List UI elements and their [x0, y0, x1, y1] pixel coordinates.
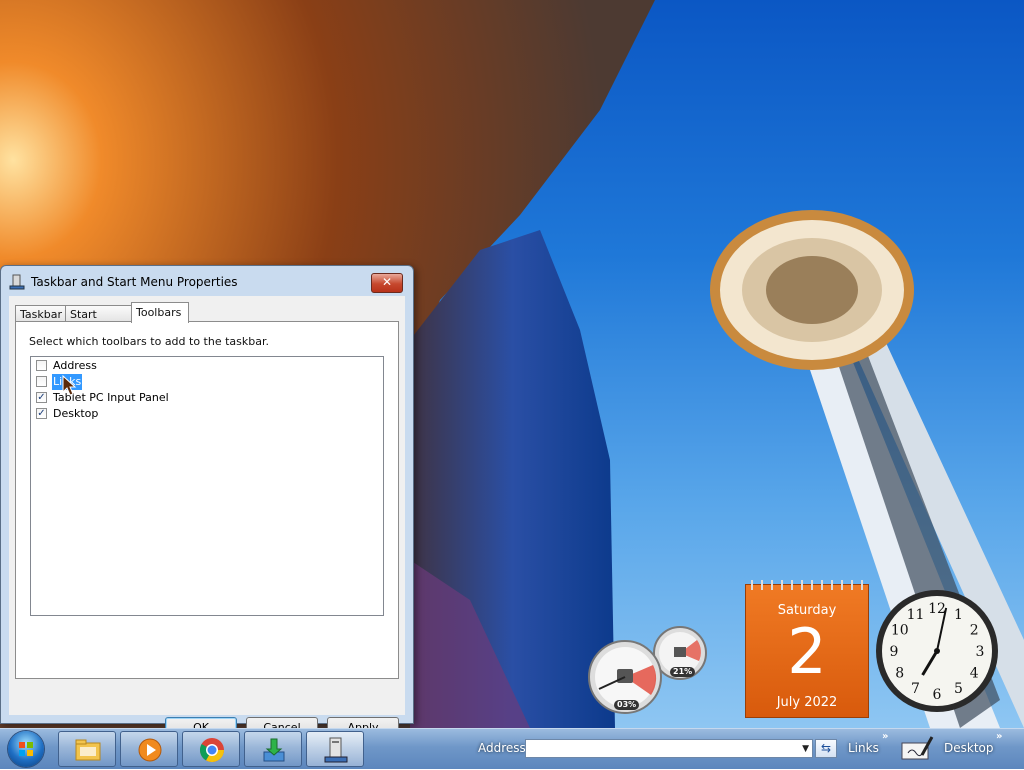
clock-numeral: 1 [954, 607, 963, 623]
download-icon [263, 738, 285, 762]
tablet-input-panel-icon[interactable] [900, 733, 934, 763]
taskbar-properties-button[interactable] [306, 731, 364, 767]
clock-numeral: 2 [970, 623, 979, 639]
tablet-pc-checkbox[interactable]: ✓ [36, 392, 47, 403]
desktop-checkbox[interactable]: ✓ [36, 408, 47, 419]
clock-numeral: 7 [911, 681, 920, 697]
explorer-icon [75, 739, 101, 761]
taskbar-properties-icon [9, 274, 25, 290]
chevron-down-icon[interactable]: ▼ [802, 744, 809, 754]
clock-gadget[interactable]: 12 12 3 45678 9 1011 [874, 588, 1000, 714]
dialog-client-area: Taskbar Start Menu Toolbars Select which… [9, 296, 405, 738]
panel-description: Select which toolbars to add to the task… [29, 335, 269, 348]
mouse-pointer-icon [62, 375, 77, 396]
address-checkbox[interactable] [36, 360, 47, 371]
calendar-gadget[interactable]: Saturday 2 July 2022 [745, 580, 870, 718]
clock-numeral: 9 [890, 644, 899, 660]
list-item-label: Address [53, 359, 97, 372]
tab-taskbar[interactable]: Taskbar [15, 305, 66, 322]
windows-logo-icon [19, 742, 33, 756]
address-toolbar-label: Address [478, 741, 526, 755]
clock-numeral: 12 [928, 601, 946, 617]
toolbars-tab-panel: Select which toolbars to add to the task… [15, 321, 399, 679]
address-go-button[interactable]: ⇆ [815, 739, 837, 758]
taskbar-media-player-button[interactable] [120, 731, 178, 767]
dialog-titlebar[interactable]: Taskbar and Start Menu Properties ✕ [1, 266, 413, 296]
calendar-month-year: July 2022 [776, 695, 838, 710]
clock-numeral: 8 [895, 666, 904, 682]
memory-percent: 21% [670, 667, 696, 677]
memory-chip-icon [674, 647, 686, 657]
list-item-label: Desktop [53, 407, 99, 420]
toolbars-list[interactable]: Address Links ✓ Tablet PC Input Panel ✓ … [30, 356, 384, 616]
desktop-toolbar-label[interactable]: Desktop [944, 741, 994, 755]
cpu-percent: 03% [614, 700, 640, 710]
links-checkbox[interactable] [36, 376, 47, 387]
taskbar-chrome-button[interactable] [182, 731, 240, 767]
links-toolbar-label[interactable]: Links [848, 741, 879, 755]
taskbar-download-button[interactable] [244, 731, 302, 767]
chrome-icon [199, 738, 224, 763]
clock-numeral: 5 [954, 681, 963, 697]
taskbar-properties-icon [324, 737, 348, 763]
calendar-day: 2 [787, 615, 827, 688]
address-input[interactable]: ▼ [525, 739, 813, 758]
close-button[interactable]: ✕ [371, 273, 403, 293]
taskbar-properties-dialog: Taskbar and Start Menu Properties ✕ Task… [0, 265, 414, 738]
taskbar-explorer-button[interactable] [58, 731, 116, 767]
clock-numeral: 11 [907, 607, 925, 623]
start-button[interactable] [8, 731, 44, 767]
clock-numeral: 10 [891, 623, 909, 639]
desktop-chevron-icon[interactable]: » [996, 731, 1002, 742]
go-icon: ⇆ [820, 741, 832, 755]
tab-label: Toolbars [136, 306, 182, 319]
tab-label: Taskbar [20, 308, 62, 321]
clock-numeral: 4 [970, 666, 979, 682]
media-player-icon [138, 738, 162, 762]
tab-start-menu[interactable]: Start Menu [65, 305, 132, 338]
close-icon: ✕ [381, 275, 393, 289]
clock-numeral: 3 [976, 644, 985, 660]
tab-toolbars[interactable]: Toolbars [131, 302, 189, 323]
links-chevron-icon[interactable]: » [882, 731, 888, 742]
calendar-rings [746, 580, 870, 590]
taskbar: Address ▼ ⇆ Links » Desktop » [0, 728, 1024, 769]
cpu-chip-icon [617, 669, 633, 683]
dialog-title: Taskbar and Start Menu Properties [31, 275, 238, 289]
clock-numeral: 6 [933, 687, 942, 703]
